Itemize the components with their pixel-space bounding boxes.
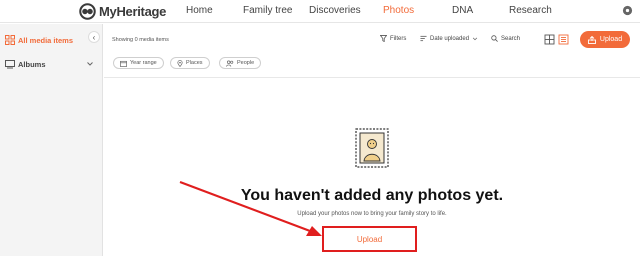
empty-state-upload-label: Upload (356, 234, 383, 244)
empty-state-subtitle: Upload your photos now to bring your fam… (297, 211, 447, 217)
logo-text: MyHeritage (99, 4, 167, 19)
nav-discoveries[interactable]: Discoveries (309, 5, 361, 16)
myheritage-logo[interactable]: MyHeritage (79, 3, 166, 20)
gear-icon[interactable] (622, 5, 633, 16)
myheritage-logo-icon (79, 3, 96, 20)
upload-button-label: Upload (599, 36, 623, 43)
media-count-label: Showing 0 media items (112, 37, 169, 43)
chevron-left-icon: ‹ (92, 32, 96, 42)
chip-people[interactable]: People (219, 57, 262, 69)
sort-label: Date uploaded (430, 35, 470, 42)
upload-button[interactable]: Upload (580, 31, 630, 48)
sort-dropdown[interactable]: Date uploaded (420, 35, 478, 42)
filter-icon (380, 35, 387, 42)
chip-label: Places (186, 60, 203, 66)
chip-label: People (237, 60, 255, 66)
upload-icon (587, 35, 596, 44)
sidebar-item-albums[interactable]: Albums (0, 53, 103, 75)
sidebar-item-all-media[interactable]: All media items (0, 29, 103, 51)
sidebar-item-label: Albums (18, 59, 46, 69)
filters-label: Filters (390, 35, 407, 42)
nav-dna[interactable]: DNA (452, 5, 473, 16)
search-icon (491, 35, 498, 42)
collapse-sidebar-button[interactable]: ‹ (88, 31, 100, 43)
list-view-icon[interactable] (558, 34, 569, 45)
top-navigation: MyHeritage Home Family tree Discoveries … (0, 0, 640, 23)
people-icon (226, 60, 234, 67)
empty-state-upload-button[interactable]: Upload (322, 226, 417, 252)
nav-family-tree[interactable]: Family tree (243, 5, 292, 16)
nav-photos[interactable]: Photos (383, 5, 414, 16)
empty-state-title: You haven't added any photos yet. (240, 187, 504, 204)
albums-icon (5, 60, 15, 69)
nav-home[interactable]: Home (186, 5, 213, 16)
pin-icon (177, 59, 183, 67)
chip-label: Year range (130, 60, 157, 66)
sidebar: All media items ‹ Albums (0, 24, 103, 256)
search-label: Search (501, 35, 521, 42)
sidebar-item-label: All media items (18, 35, 74, 45)
grid-view-icon[interactable] (544, 34, 555, 45)
calendar-icon (120, 60, 127, 67)
content-divider (104, 77, 640, 78)
chip-places[interactable]: Places (170, 57, 210, 69)
chevron-down-icon (472, 37, 478, 40)
nav-research[interactable]: Research (509, 5, 552, 16)
search-button[interactable]: Search (491, 35, 520, 42)
chip-year-range[interactable]: Year range (113, 57, 164, 69)
chevron-down-icon (87, 62, 93, 66)
sort-icon (420, 35, 427, 42)
grid-icon (5, 35, 15, 45)
filters-button[interactable]: Filters (380, 35, 406, 42)
stamp-portrait-icon (355, 128, 389, 168)
